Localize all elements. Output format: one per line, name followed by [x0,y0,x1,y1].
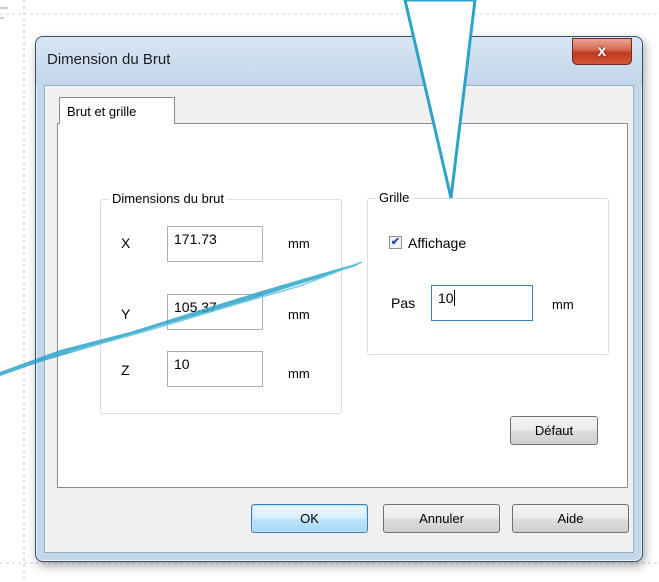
show-grid-checkbox[interactable]: ✔ [389,236,402,249]
default-button[interactable]: Défaut [510,416,598,445]
y-unit: mm [288,307,310,322]
z-unit: mm [288,366,310,381]
dialog-titlebar[interactable]: Dimension du Brut x [36,37,642,85]
y-label: Y [121,306,131,322]
step-label: Pas [391,295,416,311]
grid-group: Grille ✔ Affichage Pas 10 mm [367,190,609,355]
ok-button[interactable]: OK [251,504,368,533]
help-button[interactable]: Aide [512,504,629,533]
step-unit: mm [552,297,574,312]
tab-brut-et-grille[interactable]: Brut et grille [59,97,175,124]
checkmark-icon: ✔ [390,236,401,248]
x-field[interactable]: 171.73 [167,226,263,262]
dimension-dialog: Dimension du Brut x Brut et grille Dimen… [35,36,643,562]
close-icon: x [597,42,607,60]
close-button[interactable]: x [572,38,632,65]
grid-group-legend: Grille [376,190,413,205]
x-unit: mm [288,236,310,251]
dialog-title: Dimension du Brut [47,51,171,68]
y-field[interactable]: 105.37 [167,294,263,330]
step-value: 10 [438,290,454,306]
dialog-client-area: Brut et grille Dimensions du brut X 171.… [44,85,634,553]
x-label: X [121,235,131,251]
dimensions-group-legend: Dimensions du brut [109,191,227,206]
text-caret [453,290,455,306]
cancel-button[interactable]: Annuler [383,504,500,533]
dimensions-group: Dimensions du brut X 171.73 mm Y 105.37 … [100,191,342,414]
show-grid-label[interactable]: Affichage [408,235,466,251]
z-field[interactable]: 10 [167,351,263,387]
z-label: Z [121,362,130,378]
tab-panel: Dimensions du brut X 171.73 mm Y 105.37 … [57,123,628,488]
step-field[interactable]: 10 [431,285,533,321]
